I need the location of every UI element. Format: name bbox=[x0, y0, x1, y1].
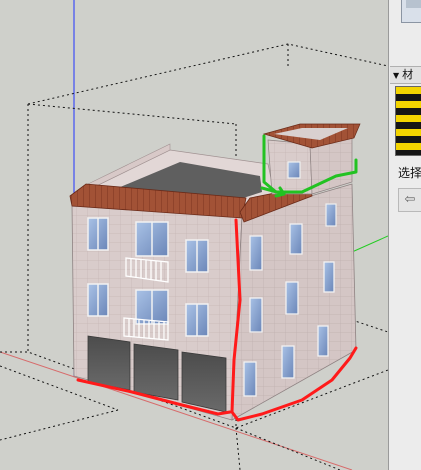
preview-thumbnail-inner bbox=[406, 0, 421, 8]
model-scene bbox=[0, 0, 388, 470]
preview-thumbnail[interactable] bbox=[401, 0, 421, 23]
3d-viewport[interactable] bbox=[0, 0, 388, 470]
arrow-left-icon: ⇦ bbox=[404, 192, 416, 207]
material-swatch[interactable] bbox=[395, 86, 421, 156]
green-axis-line bbox=[351, 235, 388, 253]
select-tab-label[interactable]: 选择 bbox=[398, 164, 421, 181]
back-button[interactable]: ⇦ bbox=[398, 188, 421, 212]
section-title: 材 bbox=[402, 68, 414, 81]
side-top-window bbox=[325, 203, 337, 227]
triangle-down-icon[interactable]: ▼ bbox=[390, 71, 402, 80]
materials-section-header[interactable]: ▼ 材 bbox=[390, 66, 421, 84]
stair-tower-window bbox=[287, 161, 301, 179]
